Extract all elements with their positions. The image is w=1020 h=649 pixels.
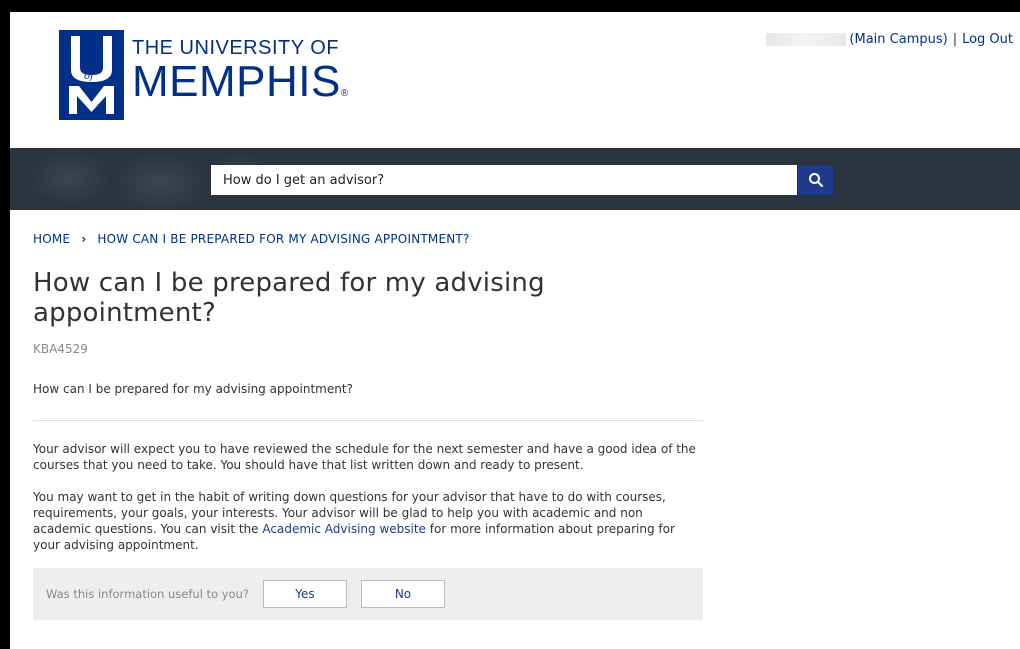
article-id: KBA4529 <box>33 342 88 356</box>
user-bar: (Main Campus) | Log Out <box>766 32 1013 47</box>
user-bar-separator: | <box>952 32 958 47</box>
feedback-no-button[interactable]: No <box>360 580 445 608</box>
user-name-redacted <box>766 33 847 46</box>
breadcrumb-home[interactable]: HOME <box>33 232 70 246</box>
search-icon <box>808 173 823 187</box>
logout-link[interactable]: Log Out <box>962 32 1013 47</box>
search-button[interactable] <box>798 165 833 195</box>
feedback-bar: Was this information useful to you? Yes … <box>33 568 703 620</box>
browser-frame: of THE UNIVERSITY OF MEMPHIS® (Main Camp… <box>10 12 1020 649</box>
feedback-yes-button[interactable]: Yes <box>262 580 347 608</box>
chevron-right-icon: › <box>81 232 87 246</box>
divider <box>33 420 703 421</box>
logo-mark-icon: of <box>59 30 124 120</box>
search-band <box>10 148 1020 210</box>
logo-line-2: MEMPHIS® <box>132 59 349 117</box>
article-question: How can I be prepared for my advising ap… <box>33 382 353 396</box>
article-content: HOME › HOW CAN I BE PREPARED FOR MY ADVI… <box>33 232 703 620</box>
university-logo[interactable]: of THE UNIVERSITY OF MEMPHIS® <box>59 30 349 120</box>
site-header: of THE UNIVERSITY OF MEMPHIS® (Main Camp… <box>10 12 1020 148</box>
logo-line-1: THE UNIVERSITY OF <box>132 37 340 59</box>
search-input[interactable] <box>211 165 797 195</box>
registered-mark: ® <box>340 88 349 99</box>
page-title: How can I be prepared for my advising ap… <box>33 268 545 328</box>
academic-advising-link[interactable]: Academic Advising website <box>262 522 426 536</box>
breadcrumb: HOME › HOW CAN I BE PREPARED FOR MY ADVI… <box>33 232 703 246</box>
campus-label: (Main Campus) <box>849 32 948 47</box>
logo-line-2-text: MEMPHIS <box>132 57 341 106</box>
logo-wordmark: THE UNIVERSITY OF MEMPHIS® <box>132 33 349 117</box>
article-paragraph-2: You may want to get in the habit of writ… <box>33 489 703 553</box>
article-paragraph-1: Your advisor will expect you to have rev… <box>33 442 696 472</box>
feedback-question: Was this information useful to you? <box>46 587 249 601</box>
breadcrumb-current: HOW CAN I BE PREPARED FOR MY ADVISING AP… <box>97 232 470 246</box>
